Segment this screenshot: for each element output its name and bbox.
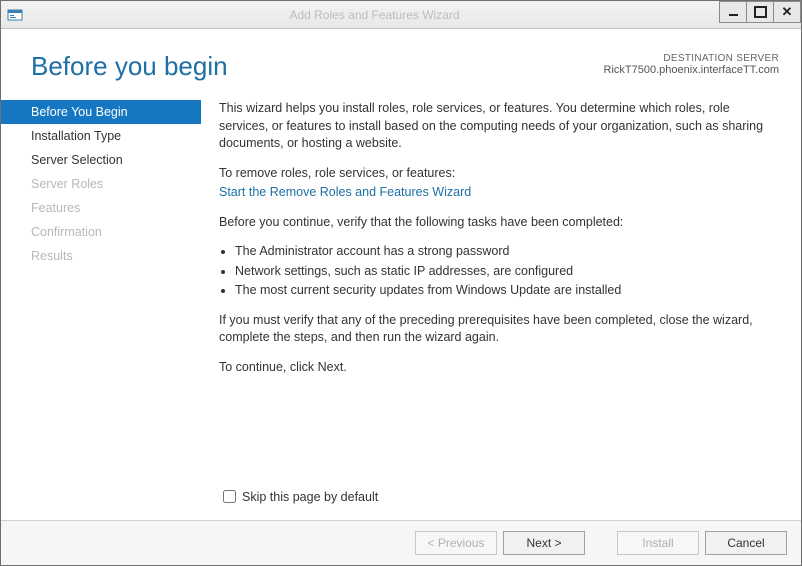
titlebar: Add Roles and Features Wizard ✕ <box>1 1 801 29</box>
content-area: This wizard helps you install roles, rol… <box>201 90 801 481</box>
header-row: Before you begin DESTINATION SERVER Rick… <box>1 29 801 90</box>
destination-label: DESTINATION SERVER <box>604 53 779 64</box>
prereq-item: The Administrator account has a strong p… <box>235 243 777 261</box>
prereq-list: The Administrator account has a strong p… <box>219 243 777 300</box>
destination-server: DESTINATION SERVER RickT7500.phoenix.int… <box>604 51 779 82</box>
install-button: Install <box>617 531 699 555</box>
page-title: Before you begin <box>31 51 604 82</box>
prereq-note: If you must verify that any of the prece… <box>219 312 777 347</box>
main-row: Before You Begin Installation Type Serve… <box>1 90 801 481</box>
destination-value: RickT7500.phoenix.interfaceTT.com <box>604 64 779 76</box>
minimize-button[interactable] <box>719 1 747 23</box>
window-title: Add Roles and Features Wizard <box>29 8 720 22</box>
close-button[interactable]: ✕ <box>773 1 801 23</box>
remove-label: To remove roles, role services, or featu… <box>219 165 777 183</box>
wizard-window: Add Roles and Features Wizard ✕ Before y… <box>0 0 802 566</box>
sidebar-item-before-you-begin[interactable]: Before You Begin <box>1 100 201 124</box>
sidebar-item-results: Results <box>1 244 201 268</box>
sidebar-item-features: Features <box>1 196 201 220</box>
sidebar-item-installation-type[interactable]: Installation Type <box>1 124 201 148</box>
intro-text: This wizard helps you install roles, rol… <box>219 100 777 153</box>
prereq-item: Network settings, such as static IP addr… <box>235 263 777 281</box>
app-icon <box>7 7 23 23</box>
skip-row: Skip this page by default <box>1 481 801 520</box>
sidebar-item-confirmation: Confirmation <box>1 220 201 244</box>
continue-note: To continue, click Next. <box>219 359 777 377</box>
skip-checkbox[interactable] <box>223 490 236 503</box>
cancel-button[interactable]: Cancel <box>705 531 787 555</box>
verify-label: Before you continue, verify that the fol… <box>219 214 777 232</box>
footer: < Previous Next > Install Cancel <box>1 520 801 565</box>
sidebar: Before You Begin Installation Type Serve… <box>1 90 201 481</box>
sidebar-item-server-selection[interactable]: Server Selection <box>1 148 201 172</box>
wizard-body: Before you begin DESTINATION SERVER Rick… <box>1 29 801 565</box>
remove-roles-link[interactable]: Start the Remove Roles and Features Wiza… <box>219 185 471 199</box>
next-button[interactable]: Next > <box>503 531 585 555</box>
previous-button: < Previous <box>415 531 497 555</box>
prereq-item: The most current security updates from W… <box>235 282 777 300</box>
skip-label: Skip this page by default <box>242 490 378 504</box>
window-controls: ✕ <box>720 1 801 28</box>
footer-spacer <box>591 531 611 555</box>
maximize-button[interactable] <box>746 1 774 23</box>
sidebar-item-server-roles: Server Roles <box>1 172 201 196</box>
